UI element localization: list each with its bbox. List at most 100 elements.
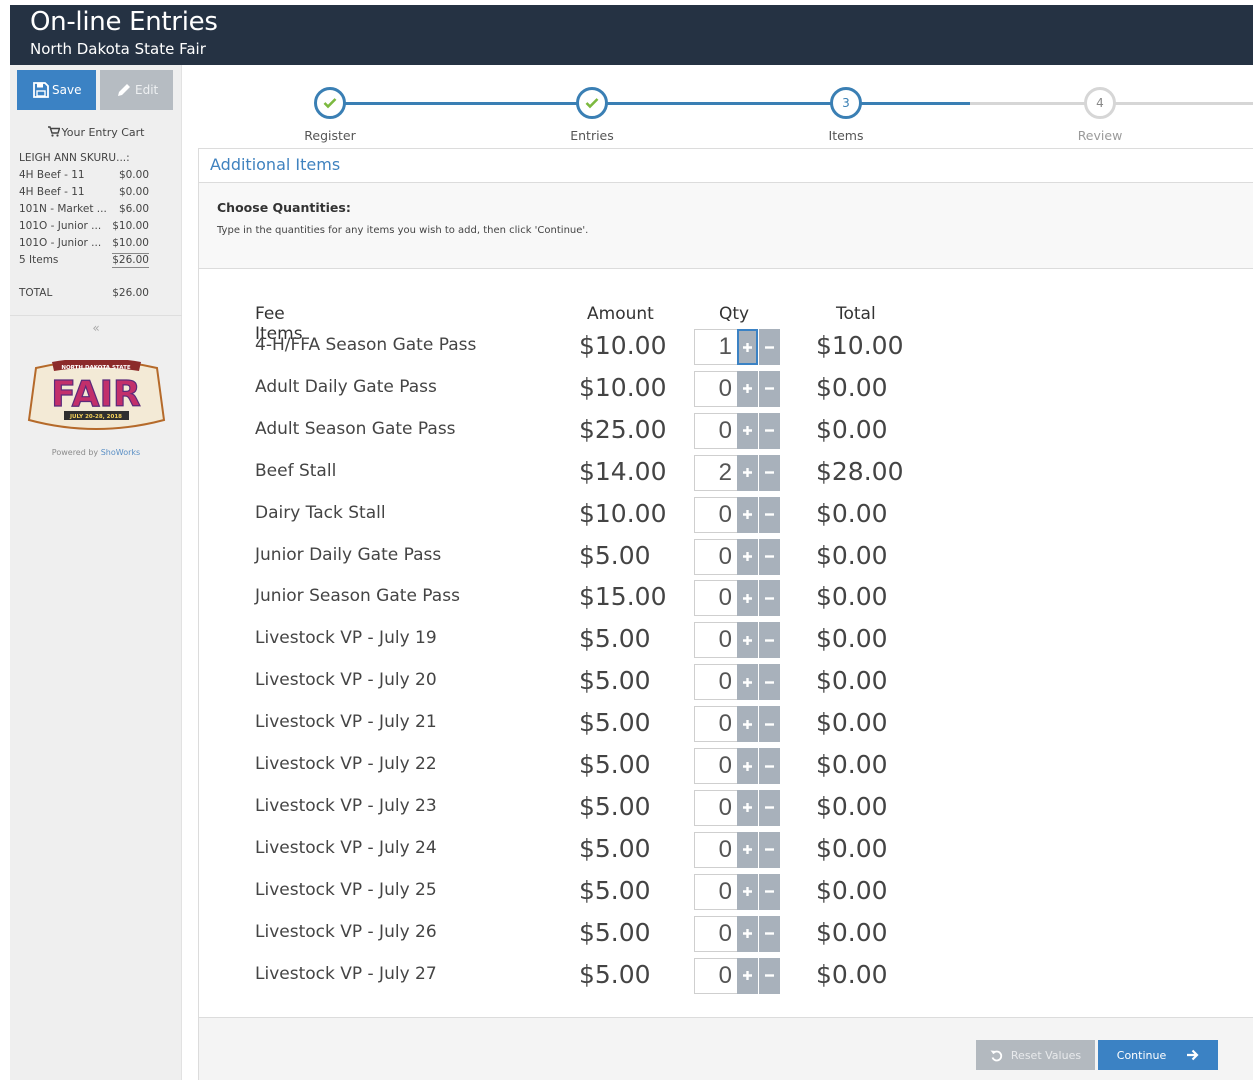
cart-item[interactable]: 101N - Market ... $6.00 [19,201,149,218]
fee-item-total: $0.00 [816,666,888,696]
cart-item[interactable]: 101O - Junior ... $10.00 [19,218,149,235]
quantity-input[interactable]: 0 [694,496,738,533]
cart-items-count: 5 Items [19,254,59,266]
fee-item-amount: $5.00 [579,666,651,696]
quantity-input[interactable]: 0 [694,748,738,784]
fee-item-total: $0.00 [816,372,888,402]
fee-item-amount: $15.00 [579,582,667,612]
cart-item-amount: $0.00 [118,169,149,181]
fee-item-amount: $5.00 [579,540,651,570]
progress-stepper: Register Entries 3 Items 4 Review [198,70,1253,148]
quantity-input[interactable]: 0 [694,789,738,826]
powered-by: Powered by ShoWorks [10,448,182,457]
decrement-button[interactable] [759,454,780,491]
increment-button[interactable] [737,664,758,701]
column-header-amount: Amount [587,304,654,324]
quantity-input[interactable]: 0 [694,622,738,659]
decrement-button[interactable] [759,664,780,701]
fee-item-name: Livestock VP - July 19 [255,628,437,649]
increment-button[interactable] [737,789,758,826]
plus-icon [743,468,752,478]
quantity-input[interactable]: 0 [694,915,738,952]
fee-item-name: Livestock VP - July 22 [255,754,437,774]
increment-button[interactable] [737,706,758,743]
cart-list: LEIGH ANN SKURU...: 4H Beef - 11 $0.00 4H… [19,150,149,302]
step-items-label: Items [828,128,864,143]
quantity-input[interactable]: 1 [694,329,738,365]
fee-item-name: Dairy Tack Stall [255,502,386,523]
cart-item[interactable]: 4H Beef - 11 $0.00 [19,184,149,201]
increment-button[interactable] [737,454,758,491]
table-row: Junior Season Gate Pass $15.00 0 $0.00 [255,580,955,624]
step-review-label: Review [1077,128,1123,143]
step-entries-label: Entries [570,128,614,143]
fee-item-total: $0.00 [816,833,888,863]
decrement-button[interactable] [759,706,780,743]
decrement-button[interactable] [759,580,780,617]
edit-button[interactable]: Edit [100,70,173,110]
cart-total-value: $26.00 [112,287,149,299]
increment-button[interactable] [737,496,758,533]
increment-button[interactable] [737,873,758,910]
continue-button[interactable]: Continue [1098,1040,1218,1070]
decrement-button[interactable] [759,329,780,365]
quantity-input[interactable]: 0 [694,580,738,617]
quantity-input[interactable]: 0 [694,873,738,910]
plus-icon [743,719,752,729]
cart-item-name: 101O - Junior ... [19,220,102,232]
increment-button[interactable] [737,329,758,365]
quantity-input[interactable]: 0 [694,957,738,994]
quantity-input[interactable]: 0 [694,412,738,449]
arrow-right-icon [1187,1049,1199,1061]
increment-button[interactable] [737,957,758,994]
app-subtitle: North Dakota State Fair [30,40,206,58]
plus-icon [743,677,752,687]
step-register-marker[interactable] [314,87,346,119]
fee-item-amount: $5.00 [579,917,651,947]
decrement-button[interactable] [759,538,780,575]
save-button[interactable]: Save [17,70,96,110]
decrement-button[interactable] [759,370,780,407]
increment-button[interactable] [737,915,758,952]
fee-item-name: 4-H/FFA Season Gate Pass [255,335,477,355]
quantity-input[interactable]: 0 [694,370,738,407]
cart-item[interactable]: 101O - Junior ... $10.00 [19,235,149,252]
decrement-button[interactable] [759,412,780,449]
collapse-sidebar-icon[interactable]: « [10,321,182,335]
quantity-input[interactable]: 0 [694,831,738,868]
step-review-marker[interactable]: 4 [1084,87,1116,119]
increment-button[interactable] [737,412,758,449]
decrement-button[interactable] [759,789,780,826]
cart-item[interactable]: 4H Beef - 11 $0.00 [19,167,149,184]
decrement-button[interactable] [759,957,780,994]
decrement-button[interactable] [759,748,780,784]
cart-total-label: TOTAL [19,287,53,299]
showorks-link[interactable]: ShoWorks [101,448,140,457]
continue-label: Continue [1116,1048,1167,1062]
powered-by-label: Powered by [51,448,99,457]
increment-button[interactable] [737,622,758,659]
increment-button[interactable] [737,831,758,868]
cart-item-name: 101O - Junior ... [19,237,102,249]
quantity-input[interactable]: 2 [694,454,738,491]
decrement-button[interactable] [759,915,780,952]
decrement-button[interactable] [759,622,780,659]
increment-button[interactable] [737,538,758,575]
quantity-input[interactable]: 0 [694,706,738,743]
increment-button[interactable] [737,580,758,617]
logo-date-text: JULY 20-28, 2018 [69,414,122,420]
table-row: Beef Stall $14.00 2 $28.00 [255,454,955,499]
increment-button[interactable] [737,370,758,407]
plus-icon [743,552,752,561]
quantity-input[interactable]: 0 [694,538,738,575]
quantity-input[interactable]: 0 [694,664,738,701]
table-row: Livestock VP - July 21 $5.00 0 $0.00 [255,706,955,750]
increment-button[interactable] [737,748,758,784]
decrement-button[interactable] [759,873,780,910]
fee-item-name: Beef Stall [255,460,337,481]
decrement-button[interactable] [759,496,780,533]
step-items-marker[interactable]: 3 [830,87,862,119]
decrement-button[interactable] [759,831,780,868]
step-entries-marker[interactable] [576,87,608,119]
reset-values-button[interactable]: Reset Values [976,1040,1095,1070]
